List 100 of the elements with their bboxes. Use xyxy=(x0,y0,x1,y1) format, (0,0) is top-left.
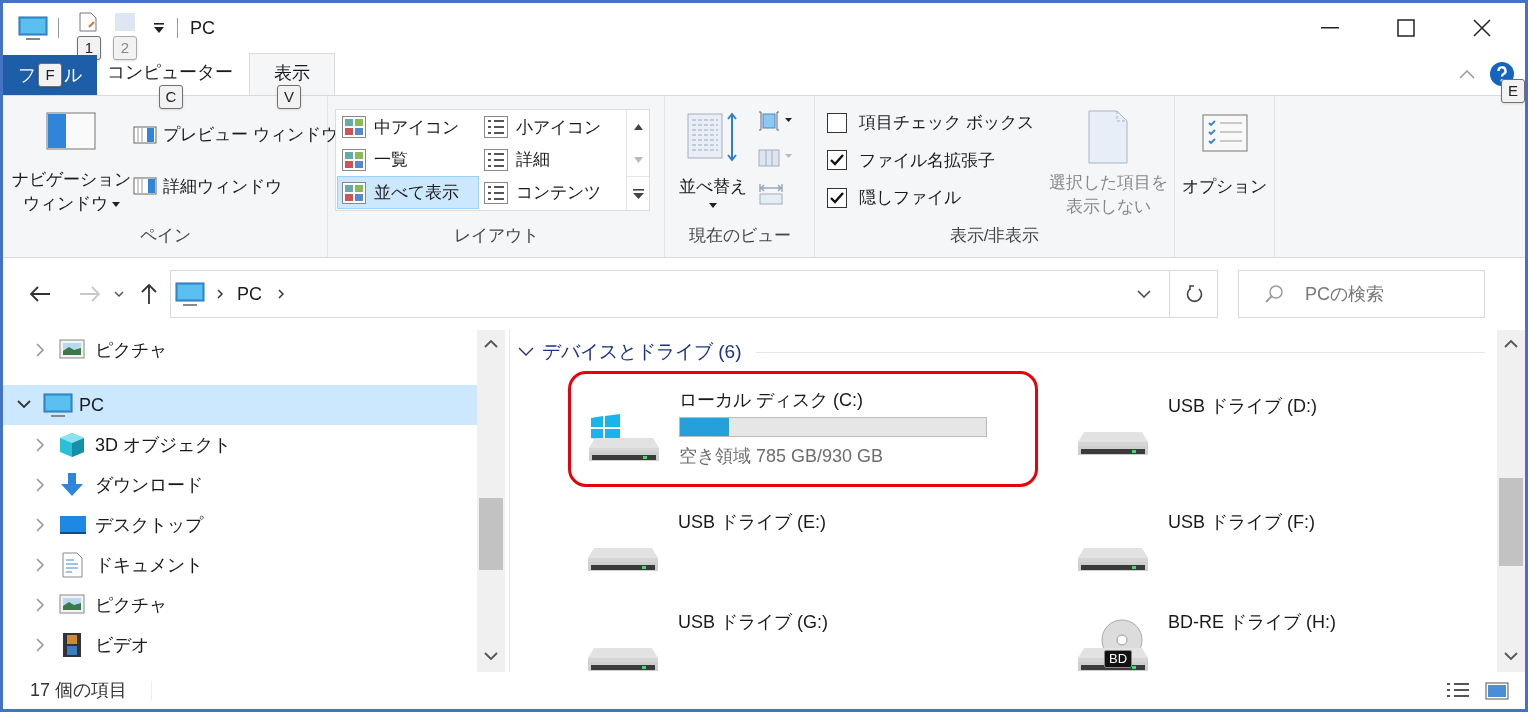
maximize-icon xyxy=(1397,19,1415,37)
navigation-pane-icon xyxy=(46,112,96,150)
drive-name[interactable]: USB ドライブ (G:) xyxy=(678,610,828,634)
refresh-button[interactable] xyxy=(1170,270,1218,318)
check-icon xyxy=(830,154,844,167)
size-columns-icon[interactable] xyxy=(757,182,785,206)
preview-pane-button[interactable]: プレビュー ウィンドウ xyxy=(133,122,338,148)
layout-option[interactable]: 並べて表示 xyxy=(337,176,479,209)
chevron-right-icon xyxy=(217,289,223,299)
layout-icon xyxy=(484,116,508,139)
highlighted-drive-tile[interactable]: ローカル ディスク (C:) 空き領域 785 GB/930 GB xyxy=(568,371,1038,487)
up-icon xyxy=(633,123,643,130)
options-button[interactable]: オプション xyxy=(1182,114,1267,221)
layout-icon xyxy=(342,181,366,204)
scroll-down-icon xyxy=(484,652,498,660)
layout-option[interactable]: 詳細 xyxy=(479,143,625,177)
collapsed-chevron-icon[interactable] xyxy=(33,598,47,612)
keytip: F xyxy=(38,63,62,87)
checkbox[interactable]: ファイル名拡張子 xyxy=(827,147,1032,173)
back-icon xyxy=(29,285,51,303)
large-icons-view-icon[interactable] xyxy=(1485,680,1509,701)
chevron-down-icon xyxy=(114,291,124,297)
keytip: 2 xyxy=(113,36,137,60)
group-by-icon[interactable] xyxy=(757,110,793,132)
drive-name[interactable]: ローカル ディスク (C:) xyxy=(679,388,987,412)
button-label: 並べ替え xyxy=(679,176,747,198)
file-tab[interactable]: フ F ル xyxy=(3,55,97,95)
drive-name[interactable]: USB ドライブ (F:) xyxy=(1168,510,1315,534)
drive-icon xyxy=(588,647,660,672)
collapsed-chevron-icon[interactable] xyxy=(33,343,47,357)
tree-item[interactable]: デスクトップ xyxy=(3,505,477,545)
properties-icon[interactable] xyxy=(78,12,98,32)
collapsed-chevron-icon[interactable] xyxy=(33,518,47,532)
scrollbar-thumb[interactable] xyxy=(479,498,503,570)
drive-name[interactable]: USB ドライブ (D:) xyxy=(1168,394,1317,418)
sort-button[interactable]: 並べ替え xyxy=(675,112,751,221)
window-title: PC xyxy=(190,16,215,40)
refresh-icon xyxy=(1184,285,1203,303)
layout-option[interactable]: コンテンツ xyxy=(479,176,625,209)
computer-icon xyxy=(175,281,205,307)
search-field[interactable]: PCの検索 xyxy=(1238,270,1485,318)
checkbox[interactable]: 隠しファイル xyxy=(827,185,1032,211)
section-header[interactable]: デバイスとドライブ (6) xyxy=(518,337,742,367)
scrollbar[interactable] xyxy=(1497,330,1525,672)
collapsed-chevron-icon[interactable] xyxy=(33,638,47,652)
group-label: ペイン xyxy=(138,225,192,247)
up-arrow-icon xyxy=(140,283,158,305)
scrollbar[interactable] xyxy=(477,330,505,672)
chevron-down-icon[interactable] xyxy=(1137,290,1151,298)
layout-option[interactable]: 小アイコン xyxy=(479,111,625,144)
add-columns-icon[interactable] xyxy=(757,146,793,168)
layout-option[interactable]: 中アイコン xyxy=(337,111,479,144)
options-icon xyxy=(1201,114,1248,152)
tree-item[interactable]: ダウンロード xyxy=(3,465,477,505)
down-icon xyxy=(633,156,643,163)
collapsed-chevron-icon[interactable] xyxy=(33,478,47,492)
search-icon xyxy=(1264,284,1284,304)
tree-item[interactable]: ピクチャ xyxy=(3,585,477,625)
scroll-up-icon xyxy=(484,340,498,348)
pane-icon xyxy=(133,125,157,144)
forward-icon xyxy=(79,285,101,303)
keytip: C xyxy=(159,85,183,109)
drive-name[interactable]: BD-RE ドライブ (H:) xyxy=(1168,610,1336,634)
group-label: レイアウト xyxy=(452,225,540,247)
layout-option[interactable]: 一覧 xyxy=(337,143,479,177)
collapsed-chevron-icon[interactable] xyxy=(33,438,47,452)
collapse-ribbon-icon[interactable] xyxy=(1459,69,1475,79)
caret-icon xyxy=(111,201,120,207)
layout-icon xyxy=(342,116,366,139)
sort-icon xyxy=(687,112,739,162)
drive-name[interactable]: USB ドライブ (E:) xyxy=(678,510,826,534)
tree-item[interactable]: ドキュメント xyxy=(3,545,477,585)
keytip: E xyxy=(1501,79,1525,103)
caret-icon xyxy=(709,202,717,208)
scrollbar-thumb[interactable] xyxy=(1499,478,1523,566)
scroll-up-icon xyxy=(1504,340,1518,348)
layout-icon xyxy=(484,149,508,171)
tree-item[interactable]: ピクチャ xyxy=(3,330,477,370)
disc-label: BD xyxy=(1104,650,1133,668)
breadcrumb[interactable]: PC xyxy=(237,280,262,308)
collapsed-chevron-icon[interactable] xyxy=(33,558,47,572)
minimize-icon xyxy=(1321,27,1339,29)
address-field[interactable]: PC xyxy=(170,270,1170,318)
group-label: 現在のビュー xyxy=(687,225,792,247)
button-label: ウィンドウ xyxy=(22,193,108,215)
navigation-pane-button[interactable]: ナビゲーション ウィンドウ xyxy=(11,112,131,221)
button-label: 表示しない xyxy=(1064,196,1152,218)
drive-icon xyxy=(588,547,660,572)
button-label: 選択した項目を xyxy=(1048,172,1168,194)
button-label: ナビゲーション xyxy=(11,169,131,191)
tree-item[interactable]: ビデオ xyxy=(3,625,477,665)
tree-item[interactable]: PC xyxy=(3,385,477,425)
checkbox[interactable]: 項目チェック ボックス xyxy=(827,110,1032,136)
free-space-text: 空き領域 785 GB/930 GB xyxy=(679,445,885,468)
item-count: 17 個の項目 xyxy=(30,679,128,702)
computer-icon xyxy=(18,15,48,41)
tree-item[interactable]: 3D オブジェクト xyxy=(3,425,477,465)
scroll-down-icon xyxy=(1504,652,1518,660)
dropdown-icon[interactable] xyxy=(153,22,165,34)
chevron-right-icon xyxy=(278,289,284,299)
